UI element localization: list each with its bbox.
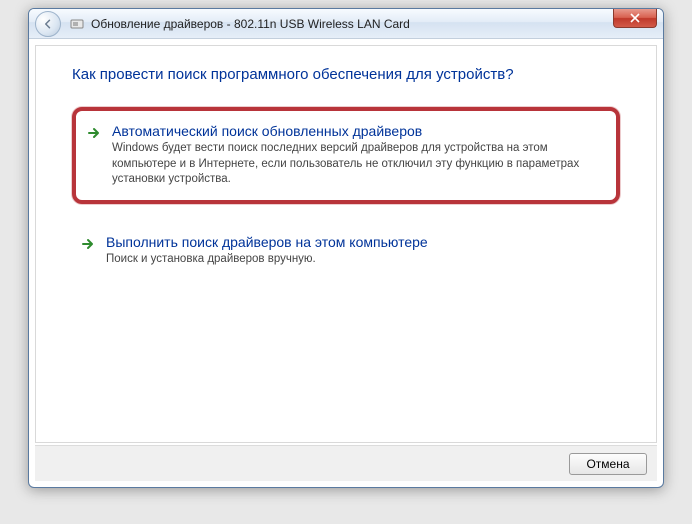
- titlebar: Обновление драйверов - 802.11n USB Wirel…: [29, 9, 663, 39]
- option-title: Выполнить поиск драйверов на этом компью…: [106, 234, 606, 250]
- arrow-right-icon: [80, 236, 96, 252]
- page-heading: Как провести поиск программного обеспече…: [72, 66, 620, 83]
- back-arrow-icon: [42, 18, 54, 30]
- close-icon: [630, 13, 640, 23]
- driver-update-wizard-window: Обновление драйверов - 802.11n USB Wirel…: [28, 8, 664, 488]
- window-title: Обновление драйверов - 802.11n USB Wirel…: [91, 17, 410, 31]
- highlighted-option-annotation: Автоматический поиск обновленных драйвер…: [72, 107, 620, 204]
- close-button[interactable]: [613, 9, 657, 28]
- cancel-button-label: Отмена: [586, 457, 629, 471]
- cancel-button[interactable]: Отмена: [569, 453, 647, 475]
- option-browse-computer[interactable]: Выполнить поиск драйверов на этом компью…: [72, 224, 620, 278]
- device-icon: [69, 16, 85, 32]
- option-auto-search[interactable]: Автоматический поиск обновленных драйвер…: [78, 113, 614, 198]
- option-title: Автоматический поиск обновленных драйвер…: [112, 123, 600, 139]
- arrow-right-icon: [86, 125, 102, 141]
- content-area: Как провести поиск программного обеспече…: [35, 45, 657, 443]
- footer-bar: Отмена: [35, 445, 657, 481]
- option-description: Windows будет вести поиск последних верс…: [112, 141, 600, 188]
- option-description: Поиск и установка драйверов вручную.: [106, 252, 606, 268]
- back-button[interactable]: [35, 11, 61, 37]
